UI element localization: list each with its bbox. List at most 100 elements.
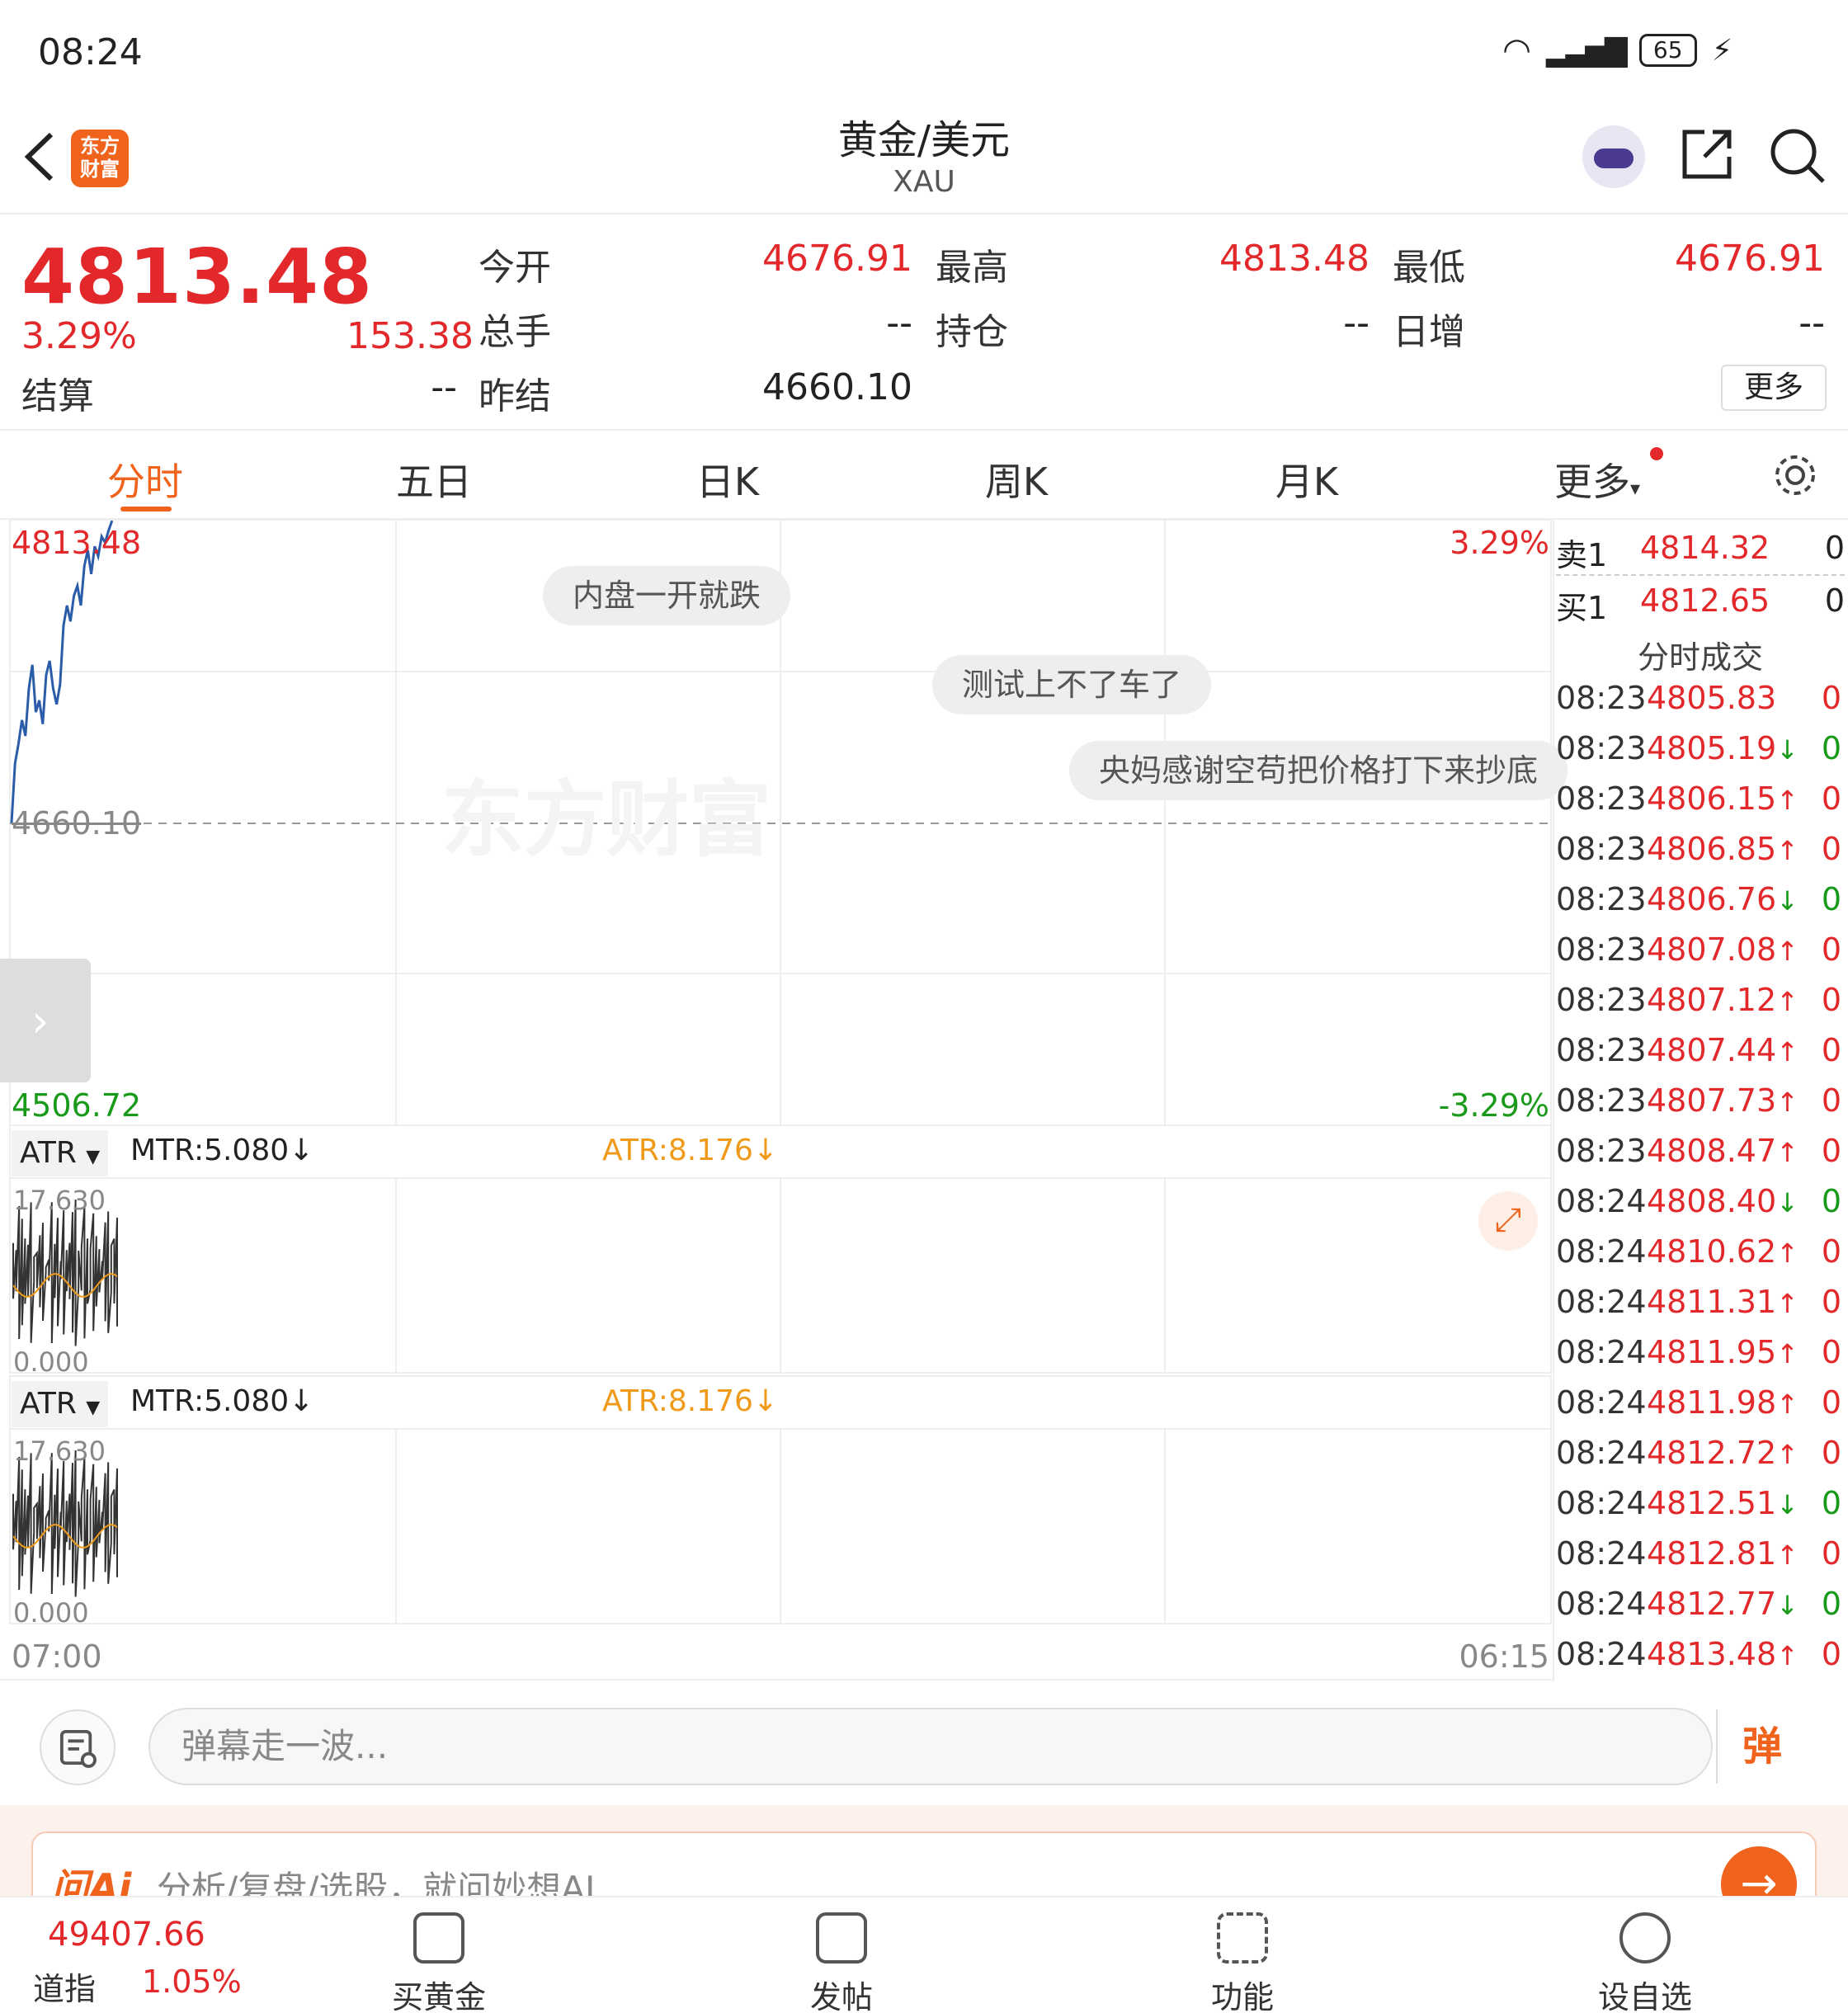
nav-post[interactable]: 发帖	[759, 1912, 924, 2013]
danmaku-input[interactable]: 弹幕走一波...	[148, 1708, 1713, 1785]
change-percent: 3.29%	[21, 315, 137, 357]
tab-intraday[interactable]: 分时	[63, 452, 228, 507]
tick-row: 08:23 4805.83 0	[1556, 680, 1845, 729]
tick-direction-icon: ↑	[1776, 1640, 1798, 1671]
tick-time: 08:24	[1556, 1485, 1647, 1521]
sell1-label: 卖1	[1556, 537, 1608, 573]
tick-volume: 0	[1821, 1636, 1841, 1672]
danmaku-message: 测试上不了车了	[932, 655, 1212, 714]
tick-volume: 0	[1821, 1384, 1841, 1421]
daily-increase-label: 日增	[1393, 311, 1465, 353]
tick-row: 08:24 4808.40↓ 0	[1556, 1183, 1845, 1233]
tick-time: 08:24	[1556, 1183, 1647, 1219]
chart-top-price: 4813.48	[12, 525, 142, 561]
volume-value: --	[886, 302, 912, 344]
indicator-selector[interactable]: ATR ▼	[12, 1381, 109, 1427]
tick-price: 4812.51↓	[1647, 1485, 1798, 1521]
assistant-avatar-icon[interactable]	[1582, 125, 1645, 188]
danmaku-message: 内盘一开就跌	[543, 566, 791, 625]
nav-add-watchlist[interactable]: 设自选	[1563, 1912, 1728, 2013]
settlement-label: 结算	[21, 375, 94, 417]
tick-direction-icon: ↑	[1776, 1238, 1798, 1269]
tick-time: 08:24	[1556, 1535, 1647, 1572]
indicator-min: 0.000	[13, 1346, 89, 1378]
danmaku-send-button[interactable]: 弹	[1716, 1709, 1807, 1784]
volume-label: 总手	[478, 311, 551, 353]
tick-price: 4807.44↑	[1647, 1032, 1798, 1068]
more-quote-button[interactable]: 更多	[1721, 365, 1827, 411]
orderbook-divider	[1556, 574, 1845, 576]
nav-label: 设自选	[1597, 1979, 1692, 2013]
tick-price: 4808.47↑	[1647, 1133, 1798, 1169]
settlement-value: --	[431, 366, 457, 408]
index-value[interactable]: 49407.66	[48, 1916, 205, 1954]
status-time: 08:24	[38, 31, 143, 73]
tick-price: 4806.85↑	[1647, 831, 1798, 867]
tick-volume: 0	[1821, 730, 1841, 766]
nav-functions[interactable]: 功能	[1160, 1912, 1325, 2013]
tick-time: 08:24	[1556, 1284, 1647, 1320]
indicator-name: ATR	[20, 1136, 77, 1170]
ticks-title: 分时成交	[1637, 639, 1763, 676]
high-value: 4813.48	[1219, 238, 1370, 280]
low-value: 4676.91	[1675, 238, 1825, 280]
tick-price: 4811.31↑	[1647, 1284, 1798, 1320]
tick-volume: 0	[1821, 1435, 1841, 1471]
tick-price: 4810.62↑	[1647, 1233, 1798, 1270]
dropdown-icon: ▼	[86, 1398, 101, 1418]
indicator-selector[interactable]: ATR ▼	[12, 1130, 109, 1176]
index-change[interactable]: 1.05%	[142, 1964, 242, 2000]
tick-volume: 0	[1821, 1485, 1841, 1521]
tab-daily-k[interactable]: 日K	[645, 452, 810, 507]
tick-price: 4806.15↑	[1647, 780, 1798, 817]
tick-direction-icon: ↑	[1776, 1288, 1798, 1319]
tab-five-day[interactable]: 五日	[351, 452, 516, 507]
tick-time: 08:23	[1556, 1032, 1647, 1068]
tick-volume: 0	[1821, 982, 1841, 1018]
dropdown-icon: ▾	[1629, 477, 1641, 500]
atr-value: ATR:8.176↓	[602, 1134, 779, 1167]
danmaku-message: 央妈感谢空苟把价格打下来抄底	[1069, 741, 1568, 800]
index-name[interactable]: 道指	[33, 1964, 96, 2009]
buy1-label: 买1	[1556, 590, 1608, 626]
tick-direction-icon: ↓	[1776, 1489, 1798, 1520]
danmaku-toggle-icon[interactable]	[40, 1709, 116, 1785]
tick-volume: 0	[1821, 1284, 1841, 1320]
tick-volume: 0	[1821, 680, 1841, 716]
share-icon[interactable]	[1680, 127, 1734, 182]
nav-buy-gold[interactable]: 买黄金	[356, 1912, 521, 2013]
tick-volume: 0	[1821, 1133, 1841, 1169]
tick-time: 08:23	[1556, 780, 1647, 817]
grid-icon	[1217, 1912, 1268, 1964]
status-icons: ◠ ▂▃▅▇ 65 ⚡	[1502, 31, 1732, 69]
change-amount: 153.38	[346, 315, 474, 357]
nav-label: 功能	[1210, 1979, 1274, 2013]
tick-time: 08:24	[1556, 1435, 1647, 1471]
tab-monthly-k[interactable]: 月K	[1224, 452, 1389, 507]
daily-increase-value: --	[1798, 302, 1825, 344]
indicator-max: 17.630	[13, 1436, 106, 1467]
tab-more[interactable]: 更多▾	[1515, 447, 1680, 507]
tick-direction-icon: ↑	[1776, 785, 1798, 816]
time-start: 07:00	[12, 1638, 102, 1675]
panel-divider	[1553, 518, 1554, 1681]
settings-gear-icon[interactable]	[1772, 452, 1818, 498]
tick-price: 4812.77↓	[1647, 1586, 1798, 1622]
tick-time: 08:23	[1556, 1133, 1647, 1169]
side-expand-button[interactable]: ›	[0, 959, 91, 1082]
battery-icon: 65	[1638, 34, 1697, 67]
tick-direction-icon: ↑	[1776, 986, 1798, 1017]
intraday-chart[interactable]: 东方财富	[0, 518, 1553, 1681]
tick-row: 08:24 4810.62↑ 0	[1556, 1233, 1845, 1283]
tick-time: 08:24	[1556, 1636, 1647, 1672]
tick-time: 08:24	[1556, 1233, 1647, 1270]
tick-time: 08:23	[1556, 730, 1647, 766]
prev-settlement-value: 4660.10	[762, 366, 912, 408]
nav-label: 发帖	[809, 1979, 873, 2013]
tab-weekly-k[interactable]: 周K	[934, 452, 1099, 507]
tick-row: 08:24 4812.77↓ 0	[1556, 1586, 1845, 1635]
expand-icon[interactable]: ⤢	[1478, 1191, 1538, 1251]
tick-row: 08:24 4813.48↑ 0	[1556, 1636, 1845, 1685]
search-icon[interactable]	[1767, 125, 1827, 185]
tick-price: 4808.40↓	[1647, 1183, 1798, 1219]
